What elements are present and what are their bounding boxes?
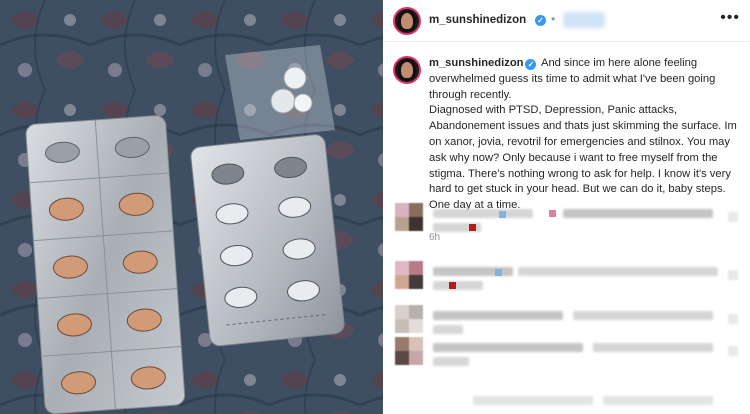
author-username[interactable]: m_sunshinedizon (429, 14, 526, 26)
caption-author-avatar[interactable] (393, 56, 421, 84)
comment-avatar (395, 261, 423, 289)
blurred-footer-text (603, 396, 713, 405)
blurred-comment (383, 302, 750, 336)
caption-username[interactable]: m_sunshinedizon (429, 57, 523, 69)
separator-dot: • (551, 12, 556, 26)
follow-button-blurred[interactable] (563, 12, 605, 28)
verified-badge-icon: ✓ (535, 15, 546, 26)
pills-photo-image (0, 0, 383, 414)
blurred-footer-text (473, 396, 593, 405)
author-avatar[interactable] (393, 7, 421, 35)
comment-avatar (395, 305, 423, 333)
blurred-comment (383, 258, 750, 292)
caption-verified-badge-icon: ✓ (525, 59, 537, 70)
post-photo[interactable] (0, 0, 383, 414)
caption-line-2: Diagnosed with PTSD, Depression, Panic a… (429, 104, 737, 212)
post-header: m_sunshinedizon ✓ • ••• (383, 0, 750, 42)
comment-avatar (395, 203, 423, 231)
blurred-comment (383, 334, 750, 368)
post-caption: m_sunshinedizon ✓ And since im here alone… (429, 56, 745, 214)
comment-avatar (395, 337, 423, 365)
blurred-comment (383, 200, 750, 234)
post-panel: m_sunshinedizon ✓ • ••• m_sunshinedizon ✓… (383, 0, 750, 414)
more-options-icon[interactable]: ••• (720, 10, 740, 26)
